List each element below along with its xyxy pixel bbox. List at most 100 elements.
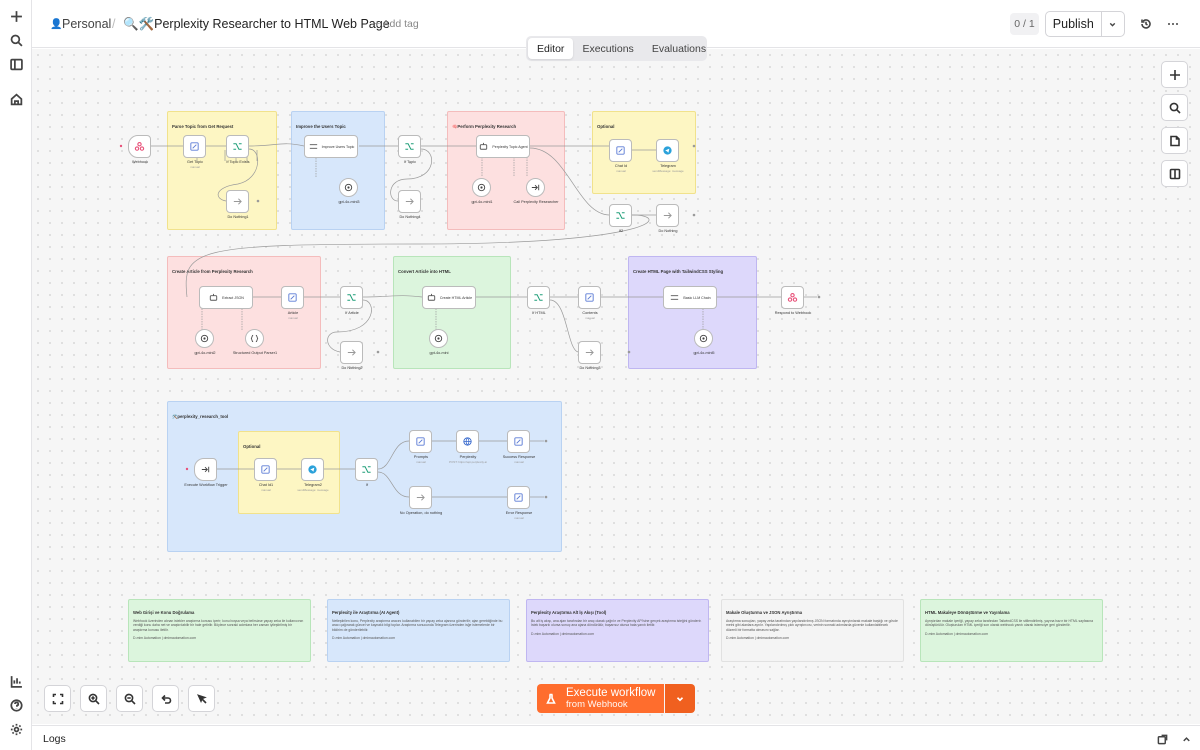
do-nothing-node[interactable] bbox=[656, 204, 679, 227]
extract-json-node[interactable]: Extract JSON bbox=[199, 286, 253, 309]
do-nothing1-node[interactable] bbox=[226, 190, 249, 213]
node-label: Success Response bbox=[502, 455, 536, 459]
info-note[interactable]: Perplexity Araştırma Alt İş Akışı (Tool)… bbox=[526, 599, 709, 662]
gpt-model-node-d[interactable] bbox=[429, 329, 448, 348]
improve-topic-node[interactable]: Improve Users Topic bbox=[304, 135, 358, 158]
perplexity-http-node[interactable] bbox=[456, 430, 479, 453]
if-topic-exists-node[interactable] bbox=[226, 135, 249, 158]
history-icon[interactable] bbox=[1136, 14, 1156, 34]
info-note-body: Netleştirilen konu, Perplexity araştırma… bbox=[332, 619, 503, 632]
chevron-up-icon[interactable] bbox=[1181, 732, 1193, 744]
zoom-in-icon[interactable] bbox=[80, 685, 107, 712]
settings-icon[interactable] bbox=[5, 718, 27, 740]
more-options-icon[interactable] bbox=[1163, 14, 1183, 34]
execute-workflow-button[interactable]: Execute workflow from Webhook bbox=[537, 684, 664, 713]
robot-icon bbox=[427, 293, 436, 301]
info-note-footer[interactable]: D-mim Automation | dmimautomation.com bbox=[332, 636, 505, 640]
fit-view-icon[interactable] bbox=[44, 685, 71, 712]
execute-workflow-group: Execute workflow from Webhook bbox=[537, 684, 695, 713]
breadcrumb-project[interactable]: Personal bbox=[62, 17, 111, 31]
workflow-canvas[interactable]: Parse Topic from Get Request Improve the… bbox=[32, 49, 1200, 724]
gpt-model-node-b[interactable] bbox=[472, 178, 491, 197]
chat-id1-node[interactable] bbox=[254, 458, 277, 481]
if-article-node[interactable] bbox=[340, 286, 363, 309]
no-operation-node[interactable] bbox=[409, 486, 432, 509]
do-nothing2-node[interactable] bbox=[340, 341, 363, 364]
globe-icon bbox=[463, 437, 472, 446]
branch-icon bbox=[347, 294, 356, 301]
info-note-footer[interactable]: D-mim Automation | dmimautomation.com bbox=[925, 632, 1098, 636]
webhook-node[interactable] bbox=[128, 135, 151, 158]
tab-evaluations[interactable]: Evaluations bbox=[643, 38, 715, 59]
info-note-footer[interactable]: D-mim Automation | dmimautomation.com bbox=[133, 636, 306, 640]
info-note-footer[interactable]: D-mim Automation | dmimautomation.com bbox=[726, 636, 899, 640]
logs-panel-bar[interactable]: Logs bbox=[32, 725, 1200, 750]
sticky-note-icon[interactable] bbox=[1161, 127, 1188, 154]
gpt-model-node-c[interactable] bbox=[195, 329, 214, 348]
if-node[interactable] bbox=[355, 458, 378, 481]
search-nodes-icon[interactable] bbox=[1161, 94, 1188, 121]
info-note[interactable]: Perplexity ile Araştırma (AI Agent) Netl… bbox=[327, 599, 510, 662]
add-node-icon[interactable] bbox=[1161, 61, 1188, 88]
gpt-model-node-a[interactable] bbox=[339, 178, 358, 197]
panel-toggle-icon[interactable] bbox=[1161, 160, 1188, 187]
node-label: Create HTML Article bbox=[439, 295, 473, 300]
error-response-node[interactable] bbox=[507, 486, 530, 509]
node-label: Contents bbox=[582, 311, 598, 315]
node-subtitle: sendMessage: message bbox=[652, 169, 684, 173]
tab-executions[interactable]: Executions bbox=[573, 38, 642, 59]
article-node[interactable] bbox=[281, 286, 304, 309]
gpt-model-node-e[interactable] bbox=[694, 329, 713, 348]
logs-label: Logs bbox=[43, 733, 66, 745]
tidy-up-icon[interactable] bbox=[188, 685, 215, 712]
edit-icon bbox=[514, 493, 523, 502]
node-subtitle: manual bbox=[288, 316, 298, 320]
perplexity-agent-node[interactable]: Perplexity Topic Agent bbox=[476, 135, 530, 158]
workflow-title[interactable]: 🔍🛠️Perplexity Researcher to HTML Web Pag… bbox=[123, 17, 390, 32]
help-icon[interactable] bbox=[5, 694, 27, 716]
success-response-node[interactable] bbox=[507, 430, 530, 453]
telegram-node[interactable] bbox=[656, 139, 679, 162]
openai-icon bbox=[699, 334, 708, 343]
info-note-title: Makale Oluşturma ve JSON Ayrıştırma bbox=[726, 610, 803, 615]
chevron-down-icon[interactable] bbox=[665, 684, 695, 713]
get-topic-node[interactable] bbox=[183, 135, 206, 158]
prompts-node[interactable] bbox=[409, 430, 432, 453]
edit-icon bbox=[616, 146, 625, 155]
chevron-down-icon[interactable] bbox=[1100, 12, 1124, 36]
info-note-footer[interactable]: D-mim Automation | dmimautomation.com bbox=[531, 632, 704, 636]
info-note[interactable]: Web Girişi ve Konu Doğrulama Webhook üze… bbox=[128, 599, 311, 662]
branch-icon bbox=[362, 466, 371, 473]
insights-icon[interactable] bbox=[5, 670, 27, 692]
info-note-title: Web Girişi ve Konu Doğrulama bbox=[133, 610, 195, 615]
if-html-node[interactable] bbox=[527, 286, 550, 309]
structured-parser-node[interactable] bbox=[245, 329, 264, 348]
node-subtitle: manual bbox=[585, 316, 595, 320]
node-label: gpt-4o-mini1 bbox=[471, 200, 493, 204]
if2-node[interactable] bbox=[609, 204, 632, 227]
undo-icon[interactable] bbox=[152, 685, 179, 712]
contents-node[interactable] bbox=[578, 286, 601, 309]
if-topic-node[interactable] bbox=[398, 135, 421, 158]
add-tag-button[interactable]: + Add tag bbox=[374, 18, 419, 30]
sidebar-toggle-icon[interactable] bbox=[5, 53, 27, 75]
do-nothing3-node[interactable] bbox=[578, 341, 601, 364]
openai-icon bbox=[434, 334, 443, 343]
telegram2-node[interactable] bbox=[301, 458, 324, 481]
chat-id-node[interactable] bbox=[609, 139, 632, 162]
publish-button[interactable]: Publish bbox=[1046, 17, 1101, 31]
info-note[interactable]: Makale Oluşturma ve JSON Ayrıştırma Araş… bbox=[721, 599, 904, 662]
search-icon[interactable] bbox=[5, 29, 27, 51]
call-researcher-node[interactable] bbox=[526, 178, 545, 197]
create-html-article-node[interactable]: Create HTML Article bbox=[422, 286, 476, 309]
basic-llm-chain-node[interactable]: Basic LLM Chain bbox=[663, 286, 717, 309]
execute-workflow-trigger-node[interactable] bbox=[194, 458, 217, 481]
home-icon[interactable] bbox=[5, 88, 27, 110]
do-nothing4-node[interactable] bbox=[398, 190, 421, 213]
zoom-out-icon[interactable] bbox=[116, 685, 143, 712]
tab-editor[interactable]: Editor bbox=[528, 38, 574, 59]
popout-icon[interactable] bbox=[1157, 732, 1169, 745]
respond-webhook-node[interactable] bbox=[781, 286, 804, 309]
add-icon[interactable] bbox=[5, 5, 27, 27]
info-note[interactable]: HTML Makaleye Dönüştürme ve Yayınlama Ay… bbox=[920, 599, 1103, 662]
